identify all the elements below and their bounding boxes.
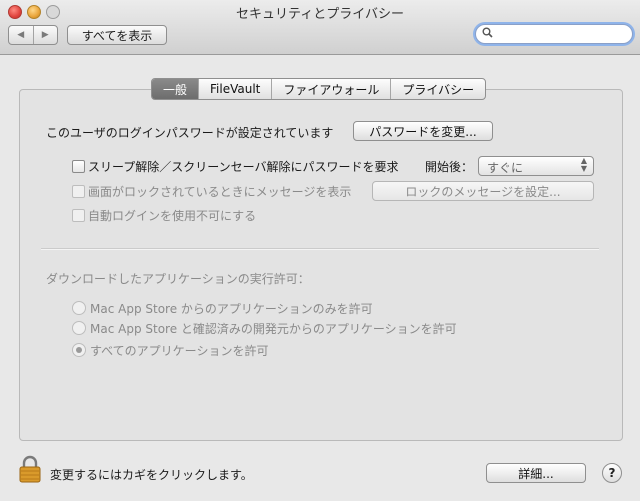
tab-filevault[interactable]: FileVault — [199, 79, 273, 99]
require-password-label: スリープ解除／スクリーンセーバ解除にパスワードを要求 — [88, 160, 399, 174]
require-password-checkbox[interactable] — [72, 160, 85, 173]
radio-identified-developers[interactable] — [72, 321, 86, 335]
tab-privacy[interactable]: プライバシー — [391, 79, 485, 99]
titlebar: セキュリティとプライバシー ◀ ▶ すべてを表示 — [0, 0, 640, 55]
forward-arrow-icon[interactable]: ▶ — [34, 26, 58, 44]
disable-autologin-checkbox[interactable] — [72, 209, 85, 222]
start-after-value: すぐに — [487, 161, 524, 175]
set-lock-message-button[interactable]: ロックのメッセージを設定... — [372, 181, 594, 201]
general-panel — [19, 89, 623, 441]
lock-icon[interactable] — [19, 455, 41, 483]
select-arrows-icon: ▲ ▼ — [580, 156, 587, 173]
lock-instruction-text: 変更するにはカギをクリックします。 — [50, 468, 253, 482]
radio-mac-app-store-label: Mac App Store からのアプリケーションのみを許可 — [90, 302, 373, 316]
disable-autologin-label: 自動ログインを使用不可にする — [88, 209, 257, 223]
back-arrow-icon[interactable]: ◀ — [9, 26, 34, 44]
window-title: セキュリティとプライバシー — [236, 7, 404, 22]
radio-anywhere-label: すべてのアプリケーションを許可 — [90, 344, 269, 358]
tab-general[interactable]: 一般 — [152, 79, 200, 99]
radio-selected-dot — [76, 347, 82, 353]
show-message-label: 画面がロックされているときにメッセージを表示 — [88, 185, 352, 199]
advanced-button[interactable]: 詳細... — [486, 463, 586, 483]
download-heading: ダウンロードしたアプリケーションの実行許可： — [46, 272, 310, 286]
tab-bar: 一般 FileVault ファイアウォール プライバシー — [151, 78, 487, 100]
search-input[interactable] — [475, 24, 633, 44]
start-after-label: 開始後： — [425, 160, 474, 174]
help-button[interactable]: ? — [602, 463, 622, 483]
divider — [41, 248, 599, 250]
show-message-checkbox[interactable] — [72, 185, 85, 198]
search-icon — [482, 27, 493, 41]
preferences-window: セキュリティとプライバシー ◀ ▶ すべてを表示 一般 FileVault ファ… — [0, 0, 640, 501]
start-after-select[interactable]: すぐに ▲ ▼ — [478, 156, 594, 176]
radio-identified-developers-label: Mac App Store と確認済みの開発元からのアプリケーションを許可 — [90, 322, 457, 336]
tab-firewall[interactable]: ファイアウォール — [272, 79, 392, 99]
radio-anywhere[interactable] — [72, 343, 86, 357]
password-status-text: このユーザのログインパスワードが設定されています — [46, 126, 334, 140]
radio-mac-app-store[interactable] — [72, 301, 86, 315]
back-forward-control: ◀ ▶ — [8, 25, 58, 45]
change-password-button[interactable]: パスワードを変更... — [353, 121, 493, 141]
show-all-button[interactable]: すべてを表示 — [67, 25, 167, 45]
